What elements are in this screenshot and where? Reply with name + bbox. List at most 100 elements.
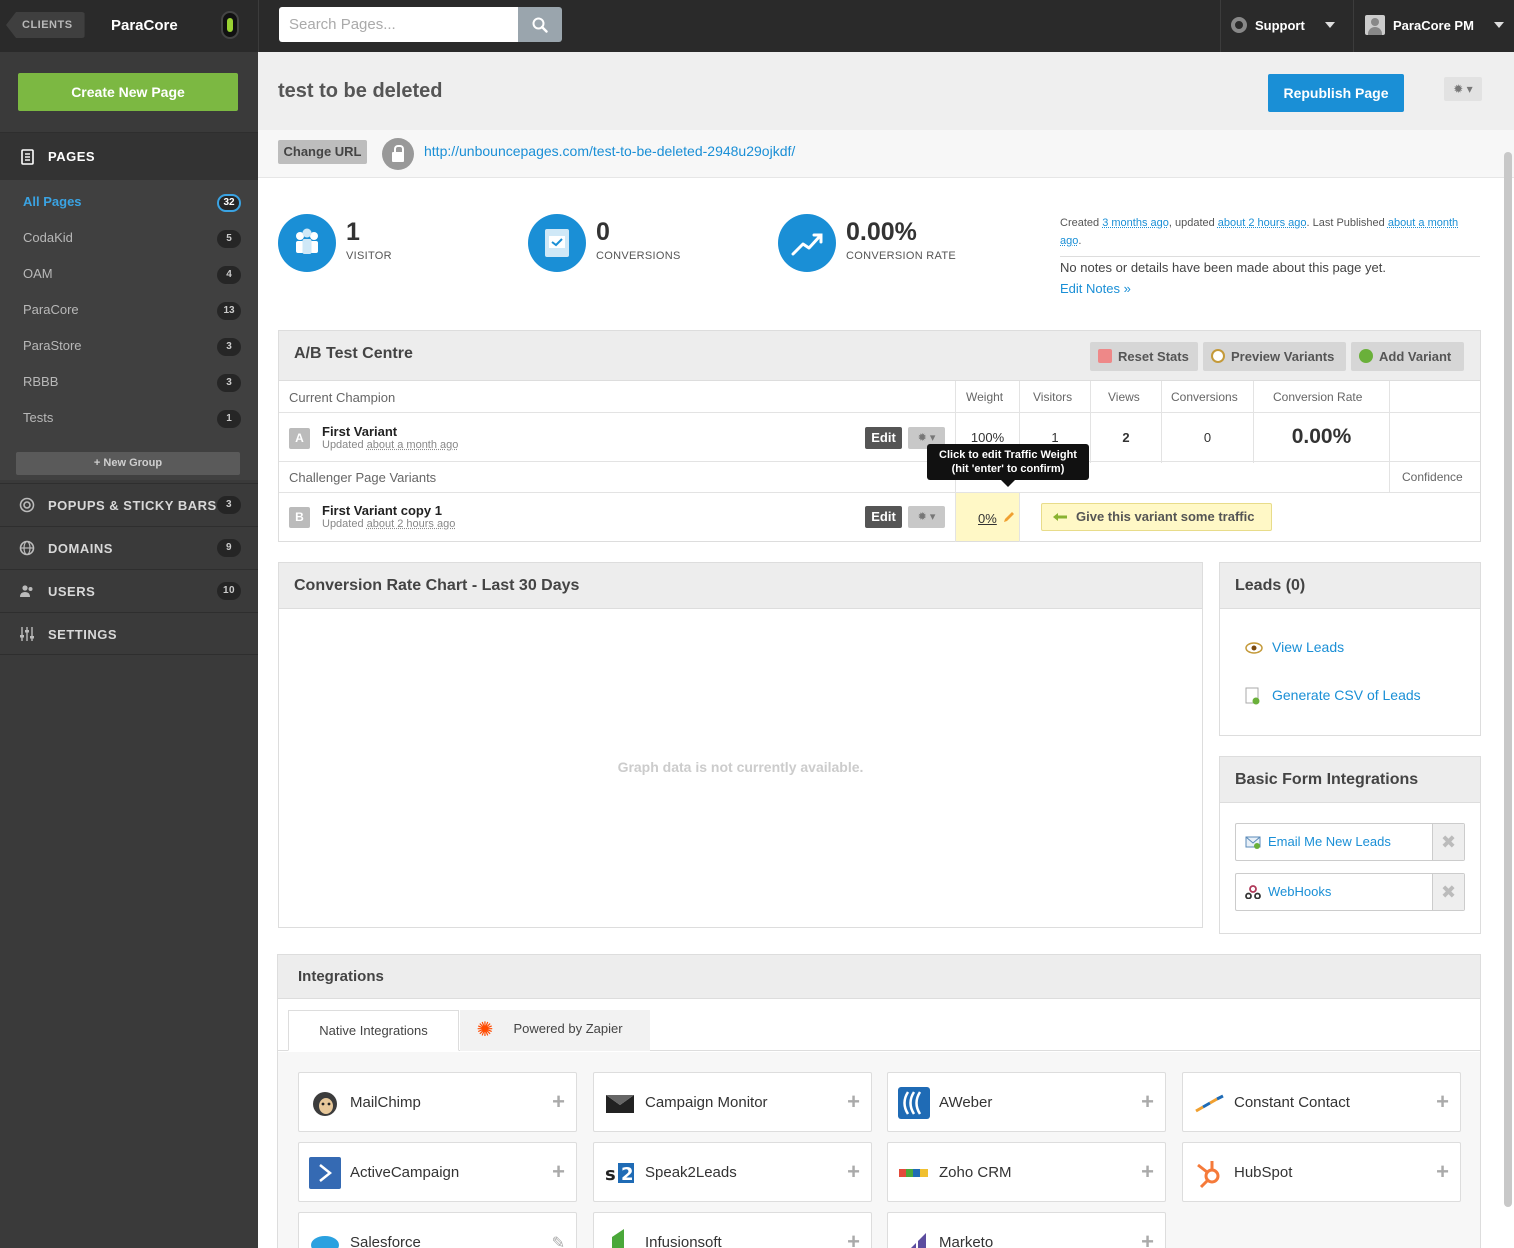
page-group-count: 4 [217,266,241,284]
challenger-weight[interactable]: 0% [978,511,997,526]
preview-variants-button[interactable]: Preview Variants [1203,342,1346,371]
divider [258,0,259,52]
gear-icon: ✹ ▾ [918,511,936,523]
sidebar-item-popups[interactable]: POPUPS & STICKY BARS 3 [0,483,258,526]
new-group-button[interactable]: + New Group [16,452,240,475]
integration-card-marketo[interactable]: Marketo + [887,1212,1166,1248]
page-group-oam[interactable]: OAM 4 [0,252,258,288]
edit-variant-button[interactable]: Edit [865,427,902,449]
plus-icon[interactable]: + [847,1159,860,1185]
integration-card-activecampaign[interactable]: ActiveCampaign + [298,1142,577,1202]
republish-page-button[interactable]: Republish Page [1268,74,1404,112]
search-button[interactable] [518,7,562,42]
integration-card-speak2leads[interactable]: s2 Speak2Leads + [593,1142,872,1202]
page-group-rbbb[interactable]: RBBB 3 [0,360,258,396]
page-group-tests[interactable]: Tests 1 [0,396,258,432]
client-name[interactable]: ParaCore [111,17,178,34]
form-integrations-panel: Basic Form Integrations Email Me New Lea… [1219,756,1481,934]
change-url-button[interactable]: Change URL [278,140,367,164]
envelope-icon [1245,835,1261,849]
tooltip-line: (hit 'enter' to confirm) [927,462,1089,476]
meta-text: . [1078,235,1081,247]
clients-button[interactable]: CLIENTS [6,12,85,38]
integration-card-campaign-monitor[interactable]: Campaign Monitor + [593,1072,872,1132]
support-label: Support [1255,18,1305,33]
sidebar-item-pages[interactable]: PAGES [0,132,258,180]
champion-weight[interactable]: 100% [956,430,1019,445]
plus-icon[interactable]: + [847,1229,860,1248]
plus-icon[interactable]: + [1141,1089,1154,1115]
user-menu[interactable]: ParaCore PM [1365,15,1504,35]
create-new-page-button[interactable]: Create New Page [18,73,238,111]
integration-card-hubspot[interactable]: HubSpot + [1182,1142,1461,1202]
pencil-icon[interactable]: ✎ [552,1233,565,1248]
plus-icon[interactable]: + [1141,1229,1154,1248]
page-group-name: ParaStore [23,338,82,353]
integration-name: MailChimp [350,1094,421,1111]
integration-card-constant-contact[interactable]: Constant Contact + [1182,1072,1461,1132]
meta-text: , updated [1169,217,1218,229]
page-group-codakid[interactable]: CodaKid 5 [0,216,258,252]
pages-icon [20,149,36,165]
plus-icon[interactable]: + [552,1089,565,1115]
page-settings-dropdown[interactable]: ✹ ▾ [1444,77,1482,101]
chevron-down-icon [1325,22,1335,28]
page-group-name: ParaCore [23,302,79,317]
sidebar-item-settings[interactable]: SETTINGS [0,612,258,655]
reset-stats-button[interactable]: Reset Stats [1090,342,1198,371]
email-leads-integration[interactable]: Email Me New Leads ✖ [1235,823,1465,861]
variant-gear-dropdown[interactable]: ✹ ▾ [908,506,945,528]
tab-native-integrations[interactable]: Native Integrations [288,1010,459,1051]
plus-icon[interactable]: + [1436,1089,1449,1115]
integration-name: Infusionsoft [645,1234,722,1248]
edit-notes-link[interactable]: Edit Notes » [1060,281,1131,296]
support-menu[interactable]: Support [1231,17,1335,33]
edit-variant-button[interactable]: Edit [865,506,902,528]
integration-card-salesforce[interactable]: Salesforce ✎ [298,1212,577,1248]
traffic-weight-cell[interactable]: 0% [956,493,1019,541]
sidebar-item-domains[interactable]: DOMAINS 9 [0,526,258,569]
scrollbar[interactable] [1504,152,1512,1207]
pencil-icon [1002,510,1016,524]
lifebuoy-icon [1231,17,1247,33]
add-variant-button[interactable]: Add Variant [1351,342,1464,371]
page-group-parastore[interactable]: ParaStore 3 [0,324,258,360]
meta-text: . Last Published [1306,217,1387,229]
button-label: Reset Stats [1118,349,1189,364]
view-leads-link[interactable]: View Leads [1245,639,1344,655]
page-group-paracore[interactable]: ParaCore 13 [0,288,258,324]
leads-title: Leads (0) [1220,563,1480,609]
plus-icon[interactable]: + [1141,1159,1154,1185]
give-traffic-button[interactable]: Give this variant some traffic [1041,503,1272,531]
close-icon[interactable]: ✖ [1432,824,1464,860]
integration-card-zoho-crm[interactable]: Zoho CRM + [887,1142,1166,1202]
variant-name[interactable]: First Variant [322,424,397,439]
page-group-all-pages[interactable]: All Pages 32 [0,180,258,216]
sidebar-item-count: 9 [217,539,241,557]
integration-card-aweber[interactable]: AWeber + [887,1072,1166,1132]
tab-powered-by-zapier[interactable]: ✺ Powered by Zapier [460,1010,650,1051]
integration-card-mailchimp[interactable]: MailChimp + [298,1072,577,1132]
search-box [279,7,562,42]
plus-icon[interactable]: + [847,1089,860,1115]
stat-label: VISITOR [346,250,392,262]
tooltip-line: Click to edit Traffic Weight [927,448,1089,462]
constant-contact-icon [1193,1087,1225,1119]
integrations-grid: MailChimp + Campaign Monitor + AWeber + … [278,1052,1480,1248]
close-icon[interactable]: ✖ [1432,874,1464,910]
ab-test-centre: A/B Test Centre Reset Stats Preview Vari… [278,330,1481,542]
sidebar-item-users[interactable]: USERS 10 [0,569,258,612]
webhooks-integration[interactable]: WebHooks ✖ [1235,873,1465,911]
generate-csv-link[interactable]: Generate CSV of Leads [1245,687,1421,703]
plus-circle-icon [1359,349,1373,363]
plus-icon[interactable]: + [1436,1159,1449,1185]
variant-name[interactable]: First Variant copy 1 [322,503,442,518]
integration-card-infusionsoft[interactable]: Infusionsoft + [593,1212,872,1248]
tab-label: Powered by Zapier [513,1021,622,1036]
avatar [1365,15,1385,35]
lock-icon[interactable] [382,138,414,170]
trend-up-icon [778,214,836,272]
search-input[interactable] [279,7,518,42]
plus-icon[interactable]: + [552,1159,565,1185]
page-url-link[interactable]: http://unbouncepages.com/test-to-be-dele… [424,143,795,159]
